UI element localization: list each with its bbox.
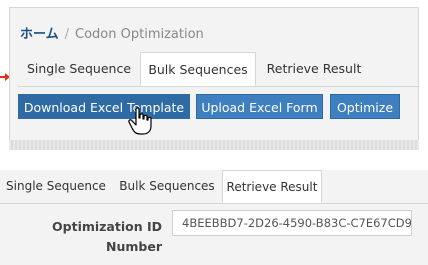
hand-pointer-cursor-icon bbox=[128, 107, 152, 135]
tab-retrieve-result[interactable]: Retrieve Result bbox=[256, 52, 372, 86]
breadcrumb: ホーム / Codon Optimization bbox=[20, 23, 204, 42]
optimization-id-label: Optimization ID Number bbox=[40, 217, 162, 257]
tab-retrieve-result[interactable]: Retrieve Result bbox=[222, 170, 322, 203]
tab-bulk-sequences[interactable]: Bulk Sequences bbox=[140, 52, 256, 86]
optimization-id-label-line1: Optimization ID bbox=[52, 219, 162, 234]
upload-excel-form-button[interactable]: Upload Excel Form bbox=[196, 94, 323, 119]
tab-bulk-sequences[interactable]: Bulk Sequences bbox=[112, 170, 222, 203]
retrieve-result-panel: Single Sequence Bulk Sequences Retrieve … bbox=[0, 170, 428, 265]
optimization-id-input[interactable]: 4BEEBBD7-2D26-4590-B83C-C7E67CD9F9E bbox=[172, 210, 412, 236]
optimization-id-label-line2: Number bbox=[106, 239, 162, 254]
torn-edge-divider bbox=[9, 140, 419, 150]
tab-bar-bottom: Single Sequence Bulk Sequences Retrieve … bbox=[0, 170, 428, 204]
breadcrumb-current: Codon Optimization bbox=[75, 27, 204, 42]
bulk-sequences-panel: ホーム / Codon Optimization Single Sequence B… bbox=[9, 7, 419, 147]
pointer-arrow-icon bbox=[0, 73, 10, 81]
breadcrumb-home-link[interactable]: ホーム bbox=[20, 27, 59, 42]
optimize-button[interactable]: Optimize bbox=[330, 94, 400, 119]
tab-single-sequence[interactable]: Single Sequence bbox=[0, 170, 112, 203]
tab-bar-top: Single Sequence Bulk Sequences Retrieve … bbox=[18, 52, 418, 87]
tab-single-sequence[interactable]: Single Sequence bbox=[18, 52, 140, 86]
breadcrumb-separator: / bbox=[64, 27, 70, 42]
download-excel-template-button[interactable]: Download Excel Template bbox=[18, 94, 190, 119]
